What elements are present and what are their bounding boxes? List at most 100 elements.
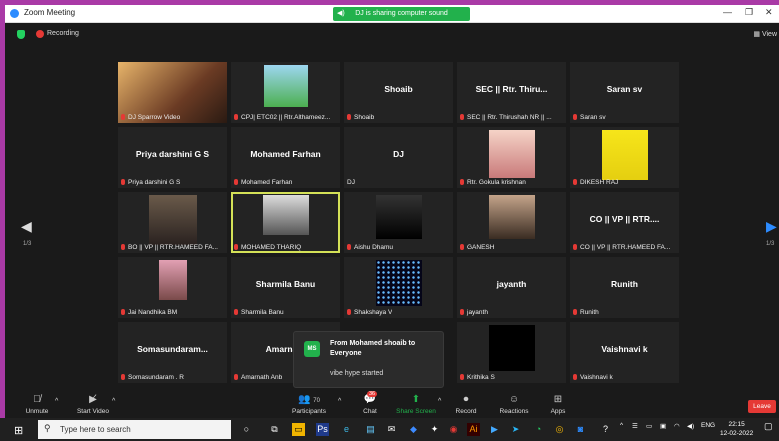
telegram-icon[interactable]: ➤ — [509, 423, 522, 436]
shield-icon[interactable] — [17, 30, 25, 39]
participant-name-label: SEC || Rtr. Thirushah NR || ... — [460, 114, 552, 121]
maximize-icon[interactable]: ❐ — [745, 7, 753, 18]
store-icon[interactable]: ▤ — [364, 423, 377, 436]
participant-tile[interactable]: DIKESH RAJ — [570, 127, 679, 188]
minimize-icon[interactable]: — — [723, 7, 732, 17]
whatsapp-icon[interactable]: ◔ — [532, 423, 545, 436]
battery-icon[interactable]: ▭ — [646, 422, 652, 430]
participant-tile[interactable]: MOHAMED THARIQ — [231, 192, 340, 253]
participant-name-label: Saran sv — [573, 114, 606, 121]
participant-name-label: Mohamed Farhan — [234, 179, 292, 186]
network-icon[interactable]: ☰ — [632, 422, 638, 430]
participant-tile[interactable]: Runith Runith — [570, 257, 679, 318]
app-icon-2[interactable]: ◉ — [447, 423, 460, 436]
app-icon-1[interactable]: ✦ — [428, 423, 441, 436]
help-icon[interactable]: ? — [599, 423, 612, 436]
record-button[interactable]: ⏺ Record — [451, 394, 481, 415]
windows-start-icon[interactable]: ⊞ — [14, 424, 23, 437]
share-options-chevron-icon[interactable]: ^ — [438, 398, 441, 405]
participant-tile[interactable]: Saran sv Saran sv — [570, 62, 679, 123]
participant-display-name: Vaishnavi k — [601, 344, 648, 354]
participant-tile[interactable]: Vaishnavi k Vaishnavi k — [570, 322, 679, 383]
participant-tile[interactable]: Priya darshini G S Priya darshini G S — [118, 127, 227, 188]
participant-name-label: CPJ| ETC02 || Rtr.Althameez... — [234, 114, 330, 121]
participant-tile[interactable]: DJ DJ — [344, 127, 453, 188]
share-screen-button[interactable]: ⬆ Share Screen — [394, 394, 438, 415]
participant-name-label: Aishu Dhamu — [347, 244, 393, 251]
reactions-button[interactable]: ☺ Reactions — [495, 394, 533, 415]
chat-button[interactable]: 💬 36 Chat — [353, 391, 387, 415]
mic-muted-icon — [234, 374, 238, 380]
apps-button[interactable]: ⊞ Apps — [545, 394, 571, 415]
video-thumbnail — [263, 65, 308, 107]
mic-muted-icon — [460, 309, 464, 315]
cortana-icon[interactable]: ○ — [240, 423, 253, 436]
sharing-banner[interactable]: ◀) DJ is sharing computer sound — [333, 7, 470, 21]
close-icon[interactable]: ✕ — [765, 7, 773, 18]
view-label: View — [761, 31, 777, 38]
dropbox-icon[interactable]: ◆ — [407, 423, 420, 436]
illustrator-icon[interactable]: Ai — [467, 423, 480, 436]
chat-notification[interactable]: MS From Mohamed shoaib to Everyone vibe … — [293, 331, 444, 388]
taskbar-search[interactable]: ⚲ Type here to search — [38, 420, 231, 439]
mic-muted-icon — [121, 179, 125, 185]
next-page-arrow-icon[interactable]: ▶ — [766, 218, 777, 235]
file-explorer-icon[interactable]: ▭ — [292, 423, 305, 436]
task-view-icon[interactable]: ⧉ — [268, 423, 281, 436]
participant-tile[interactable]: BO || VP || RTR.HAMEED FA... — [118, 192, 227, 253]
participant-tile[interactable]: CO || VP || RTR.... CO || VP || RTR.HAMEE… — [570, 192, 679, 253]
participant-name: Krithika S — [467, 374, 495, 381]
participant-tile[interactable]: Krithika S — [457, 322, 566, 383]
mail-icon[interactable]: ✉ — [385, 423, 398, 436]
participant-tile[interactable]: Aishu Dhamu — [344, 192, 453, 253]
participant-name: DJ Sparrow Video — [128, 114, 181, 121]
participant-tile[interactable]: Somasundaram... Somasundaram . R — [118, 322, 227, 383]
participant-name: Runith — [580, 309, 599, 316]
start-video-button[interactable]: ▶̸ Start Video — [71, 394, 115, 415]
app-icon-3[interactable]: ▶ — [488, 423, 501, 436]
zoom-taskbar-icon[interactable]: ◙ — [574, 423, 587, 436]
participant-tile[interactable]: Mohamed Farhan Mohamed Farhan — [231, 127, 340, 188]
participants-chevron-icon[interactable]: ^ — [338, 398, 341, 405]
participant-name-label: Sharmila Banu — [234, 309, 284, 316]
wifi-icon[interactable]: ◠ — [674, 422, 680, 430]
recording-label: Recording — [47, 30, 79, 37]
video-options-chevron-icon[interactable]: ^ — [112, 398, 115, 405]
photoshop-icon[interactable]: Ps — [316, 423, 329, 436]
participant-tile[interactable]: Shakshaya V — [344, 257, 453, 318]
participant-tile[interactable]: GANESH — [457, 192, 566, 253]
language-indicator[interactable]: ENG — [701, 422, 715, 429]
participant-tile[interactable]: Rtr. Gokula krishnan — [457, 127, 566, 188]
participant-name: CPJ| ETC02 || Rtr.Althameez... — [241, 114, 331, 121]
volume-icon[interactable]: ◀) — [687, 422, 694, 430]
participant-name-label: Shoaib — [347, 114, 374, 121]
mic-muted-icon — [347, 114, 351, 120]
edge-icon[interactable]: e — [340, 423, 353, 436]
mic-muted-icon — [573, 114, 577, 120]
participant-name-label: jayanth — [460, 309, 488, 316]
participant-tile[interactable]: jayanth jayanth — [457, 257, 566, 318]
unmute-button[interactable]: 🎙̸ Unmute — [17, 394, 57, 415]
participant-tile[interactable]: SEC || Rtr. Thiru... SEC || Rtr. Thirusha… — [457, 62, 566, 123]
notifications-icon[interactable]: ▢ — [764, 421, 773, 432]
participant-tile[interactable]: Jai Nandhika BM — [118, 257, 227, 318]
view-button[interactable]: ▦ View — [753, 30, 777, 38]
participant-tile[interactable]: Shoaib Shoaib — [344, 62, 453, 123]
participant-tile[interactable]: CPJ| ETC02 || Rtr.Althameez... — [231, 62, 340, 123]
participant-display-name: Shoaib — [384, 84, 413, 94]
mic-muted-icon: 🎙̸ — [33, 394, 41, 405]
display-icon[interactable]: ▣ — [660, 422, 666, 430]
tray-chevron-icon[interactable]: ^ — [620, 422, 623, 429]
participant-tile[interactable]: DJ Sparrow Video — [118, 62, 227, 123]
clock[interactable]: 22:15 12-02-2022 — [720, 420, 753, 438]
participants-label: Participants — [292, 408, 326, 415]
participant-display-name: Sharmila Banu — [255, 279, 316, 289]
prev-page-arrow-icon[interactable]: ◀ — [21, 218, 32, 235]
chrome-icon[interactable]: ◎ — [553, 423, 566, 436]
audio-options-chevron-icon[interactable]: ^ — [55, 398, 58, 405]
participant-tile[interactable]: Sharmila Banu Sharmila Banu — [231, 257, 340, 318]
leave-button[interactable]: Leave — [748, 400, 776, 413]
participants-button[interactable]: 👥 70 Participants — [286, 394, 332, 415]
zoom-window: Zoom Meeting ◀) DJ is sharing computer s… — [5, 5, 779, 418]
unmute-label: Unmute — [25, 408, 49, 415]
